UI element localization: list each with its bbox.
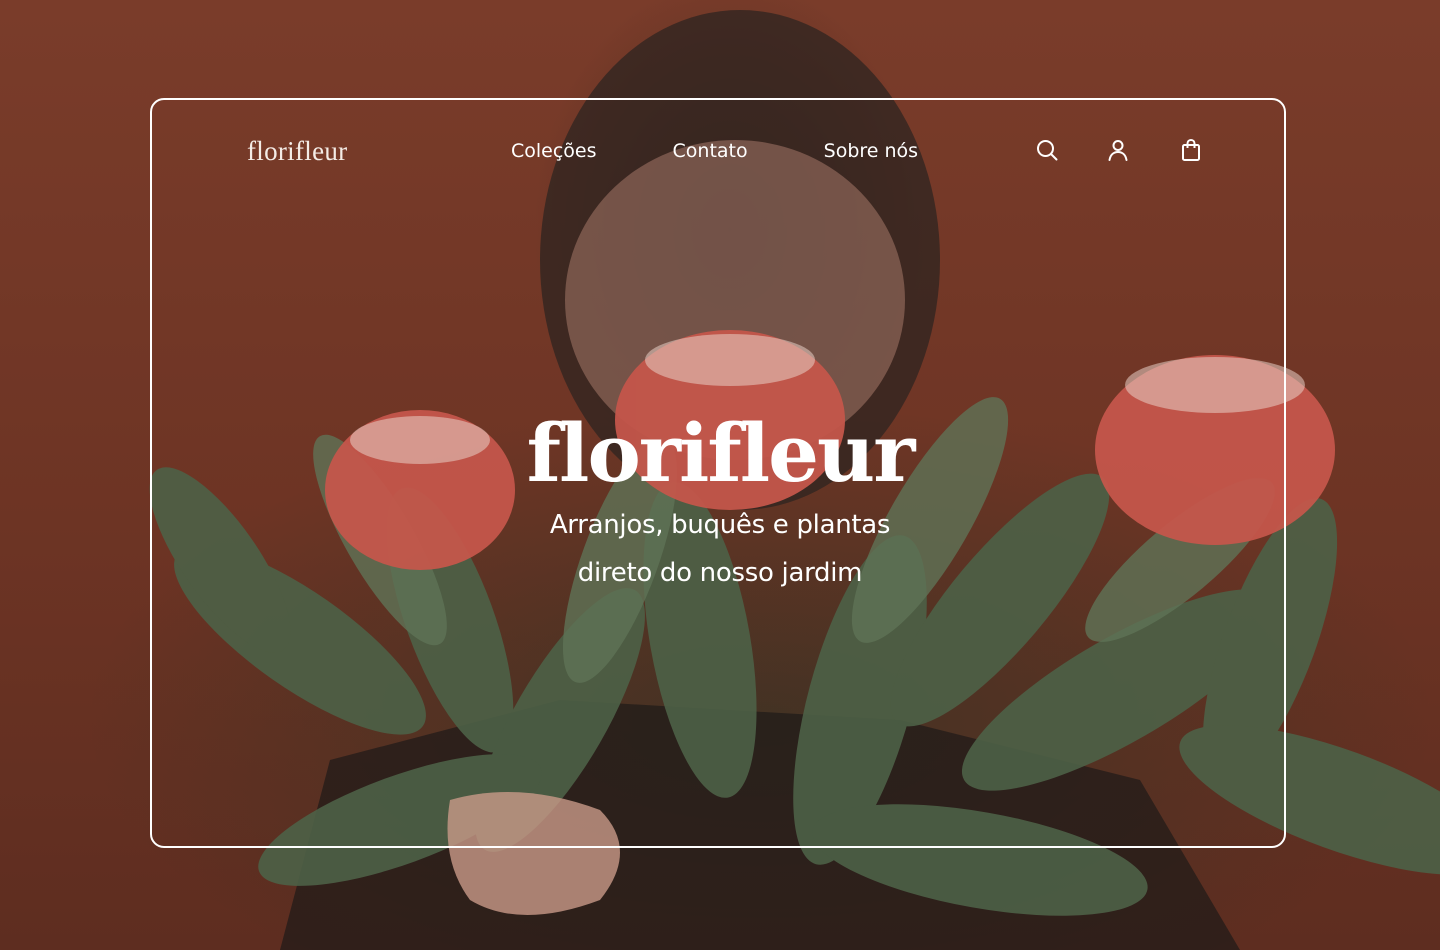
brand-logo[interactable]: florifleur [247,136,347,167]
nav-links: Coleções Contato Sobre nós [511,140,918,162]
hero-title: florifleur [526,406,916,500]
search-icon [1037,140,1058,161]
account-button[interactable] [1104,136,1132,164]
nav-link-contato[interactable]: Contato [673,140,748,162]
hero-subtitle-line-2: direto do nosso jardim [577,558,863,588]
search-button[interactable] [1033,136,1061,164]
shopping-bag-icon [1182,139,1200,161]
user-icon [1108,140,1128,161]
nav-link-sobre-nos[interactable]: Sobre nós [824,140,918,162]
hero-content: florifleur Arranjos, buquês e plantas di… [0,405,1440,597]
top-navigation: florifleur Coleções Contato Sobre nós [150,98,1290,208]
hero-subtitle-line-1: Arranjos, buquês e plantas [549,510,891,540]
nav-link-colecoes[interactable]: Coleções [511,140,597,162]
cart-button[interactable] [1177,136,1205,164]
